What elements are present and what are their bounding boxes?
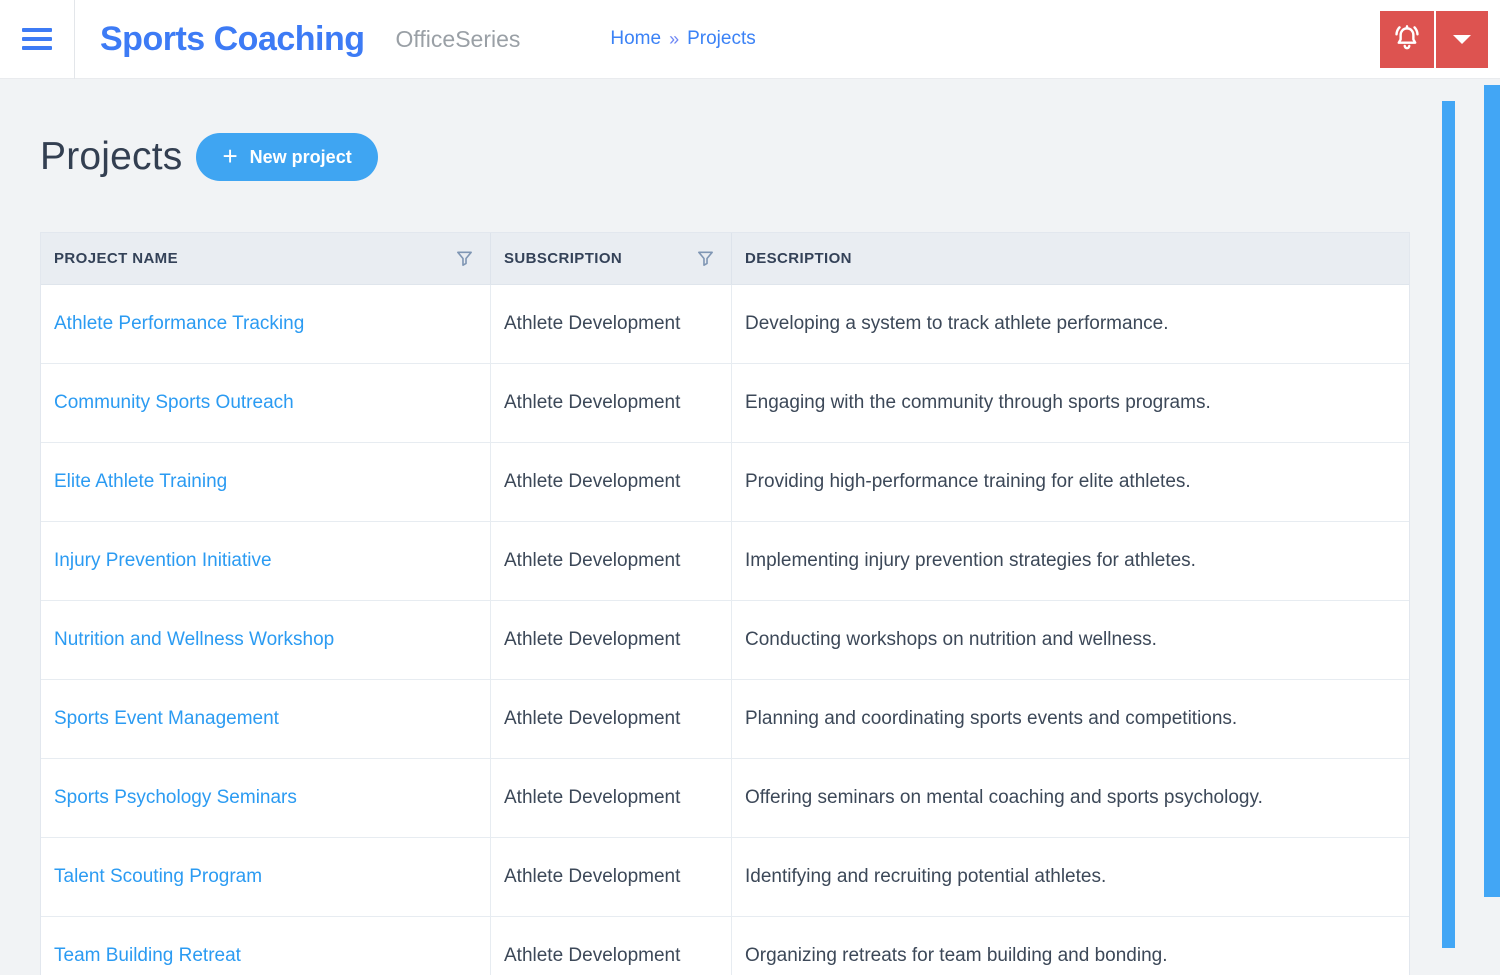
hamburger-menu-button[interactable] — [0, 0, 75, 79]
page-title-row: Projects + New project — [40, 133, 378, 181]
table-row: Team Building Retreat Athlete Developmen… — [41, 917, 1409, 975]
chevron-down-icon — [1453, 35, 1471, 44]
account-dropdown-button[interactable] — [1436, 11, 1488, 68]
column-header-label: SUBSCRIPTION — [504, 250, 623, 267]
table-header-row: PROJECT NAME SUBSCRIPTION DESCRIPTION — [41, 233, 1409, 285]
table-row: Athlete Performance Tracking Athlete Dev… — [41, 285, 1409, 364]
subscription-cell: Athlete Development — [491, 364, 732, 442]
description-cell: Identifying and recruiting potential ath… — [745, 866, 1107, 887]
project-name-link[interactable]: Nutrition and Wellness Workshop — [54, 629, 334, 651]
subscription-cell: Athlete Development — [491, 917, 732, 975]
header-actions — [1380, 11, 1488, 68]
plus-icon: + — [222, 141, 238, 171]
subscription-cell: Athlete Development — [491, 285, 732, 363]
breadcrumb-projects-link[interactable]: Projects — [687, 28, 756, 50]
suite-name: OfficeSeries — [395, 25, 521, 52]
description-cell: Conducting workshops on nutrition and we… — [745, 629, 1157, 650]
new-project-button[interactable]: + New project — [196, 133, 378, 181]
menu-icon — [22, 28, 52, 32]
table-row: Sports Event Management Athlete Developm… — [41, 680, 1409, 759]
project-name-link[interactable]: Sports Event Management — [54, 708, 279, 730]
project-name-link[interactable]: Community Sports Outreach — [54, 392, 294, 414]
table-row: Community Sports Outreach Athlete Develo… — [41, 364, 1409, 443]
column-header-project-name[interactable]: PROJECT NAME — [41, 233, 491, 284]
subscription-cell: Athlete Development — [491, 601, 732, 679]
description-cell: Planning and coordinating sports events … — [745, 708, 1238, 729]
table-row: Injury Prevention Initiative Athlete Dev… — [41, 522, 1409, 601]
description-cell: Engaging with the community through spor… — [745, 392, 1211, 413]
description-cell: Developing a system to track athlete per… — [745, 313, 1169, 334]
notifications-button[interactable] — [1380, 11, 1436, 68]
column-header-subscription[interactable]: SUBSCRIPTION — [491, 233, 732, 284]
top-header-bar: Sports Coaching OfficeSeries Home » Proj… — [0, 0, 1500, 79]
project-name-link[interactable]: Elite Athlete Training — [54, 471, 227, 493]
project-name-link[interactable]: Athlete Performance Tracking — [54, 313, 304, 335]
new-project-label: New project — [249, 146, 352, 167]
table-row: Elite Athlete Training Athlete Developme… — [41, 443, 1409, 522]
column-header-description[interactable]: DESCRIPTION — [732, 233, 1409, 284]
table-row: Sports Psychology Seminars Athlete Devel… — [41, 759, 1409, 838]
subscription-cell: Athlete Development — [491, 522, 732, 600]
subscription-cell: Athlete Development — [491, 759, 732, 837]
filter-funnel-icon[interactable] — [455, 249, 474, 268]
breadcrumb-separator: » — [669, 28, 680, 49]
page-title: Projects — [40, 135, 183, 178]
project-name-link[interactable]: Talent Scouting Program — [54, 866, 262, 888]
breadcrumb-home-link[interactable]: Home — [610, 28, 661, 50]
description-cell: Implementing injury prevention strategie… — [745, 550, 1196, 571]
table-body: Athlete Performance Tracking Athlete Dev… — [41, 285, 1409, 975]
project-name-link[interactable]: Sports Psychology Seminars — [54, 787, 297, 809]
subscription-cell: Athlete Development — [491, 680, 732, 758]
description-cell: Offering seminars on mental coaching and… — [745, 787, 1263, 808]
breadcrumb: Home » Projects — [610, 28, 755, 50]
subscription-cell: Athlete Development — [491, 838, 732, 916]
window-scrollbar-thumb[interactable] — [1484, 85, 1500, 897]
content-scrollbar-thumb[interactable] — [1442, 101, 1455, 948]
description-cell: Providing high-performance training for … — [745, 471, 1191, 492]
table-row: Nutrition and Wellness Workshop Athlete … — [41, 601, 1409, 680]
notifications-bell-icon — [1390, 21, 1424, 58]
column-header-label: DESCRIPTION — [745, 250, 852, 267]
app-window: Sports Coaching OfficeSeries Home » Proj… — [0, 0, 1500, 975]
projects-table: PROJECT NAME SUBSCRIPTION DESCRIPTION At… — [40, 232, 1410, 975]
table-row: Talent Scouting Program Athlete Developm… — [41, 838, 1409, 917]
project-name-link[interactable]: Injury Prevention Initiative — [54, 550, 272, 572]
column-header-label: PROJECT NAME — [54, 250, 178, 267]
app-brand-title: Sports Coaching — [100, 19, 365, 58]
subscription-cell: Athlete Development — [491, 443, 732, 521]
filter-funnel-icon[interactable] — [696, 249, 715, 268]
project-name-link[interactable]: Team Building Retreat — [54, 945, 241, 967]
description-cell: Organizing retreats for team building an… — [745, 945, 1168, 966]
